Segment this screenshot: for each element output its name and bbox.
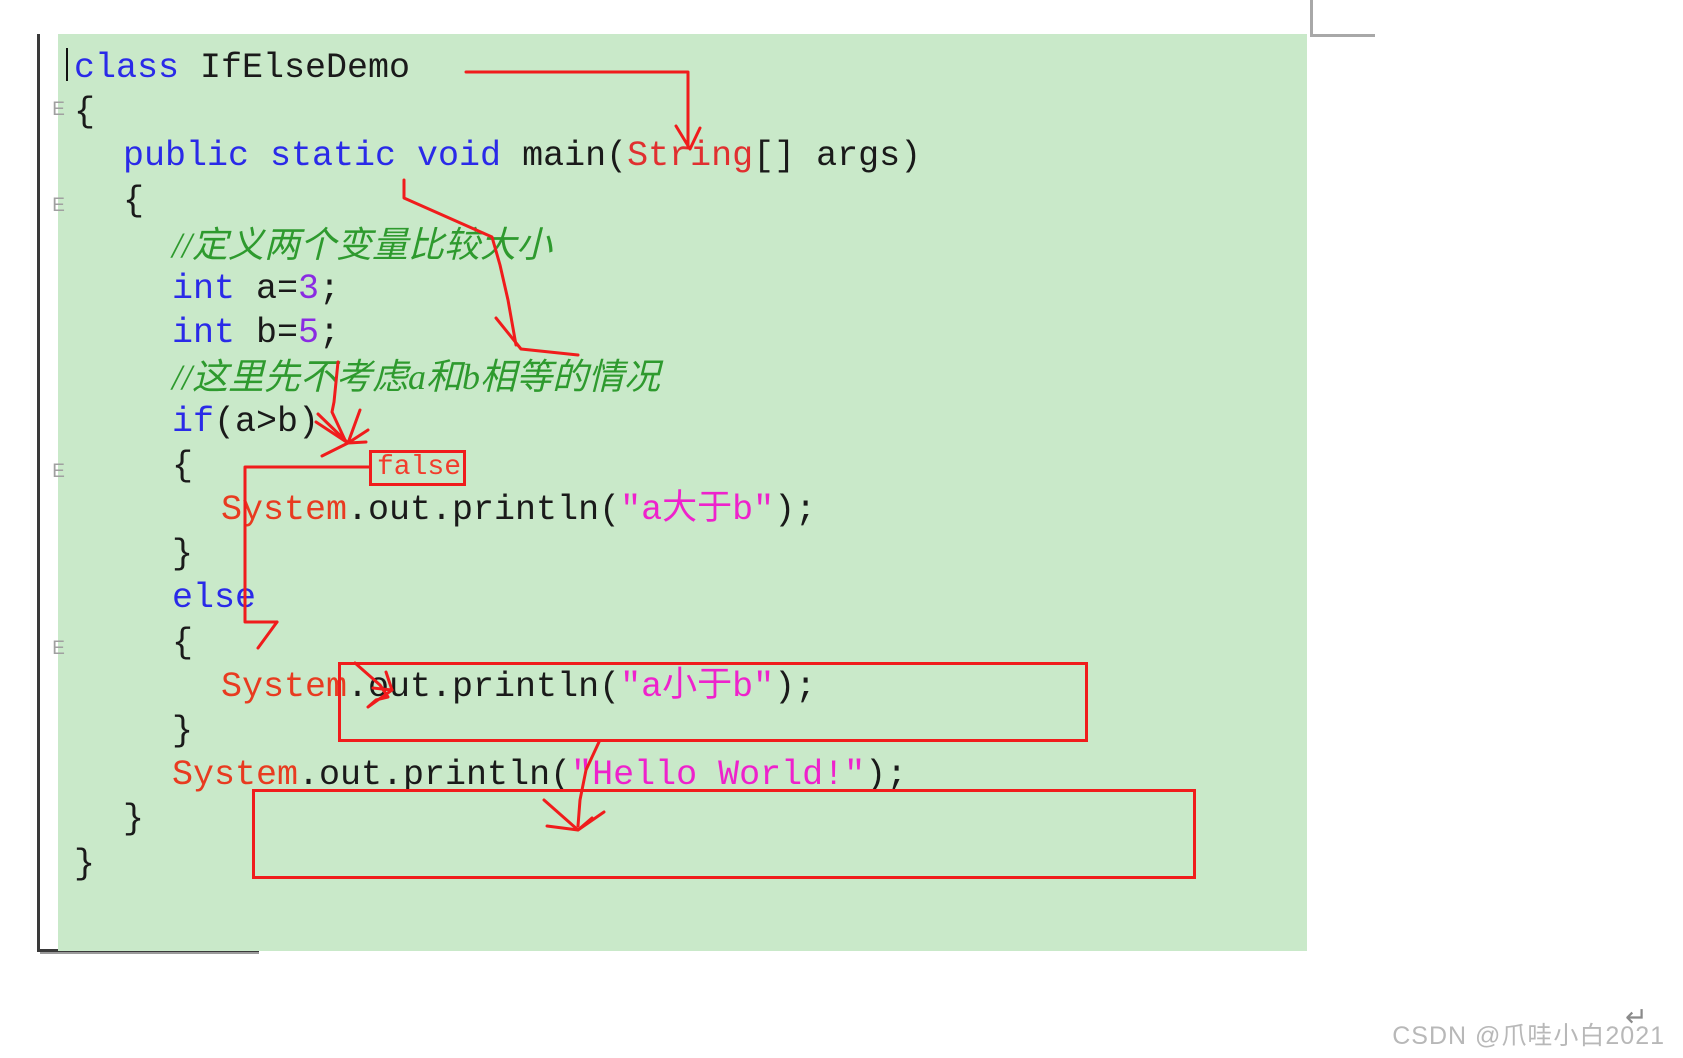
code-token-plain: } — [172, 711, 194, 751]
code-line-17[interactable]: System.out.println("Hello World!"); — [172, 758, 907, 793]
code-line-3[interactable]: public static void main(String[] args) — [123, 139, 921, 174]
code-token-type: String — [627, 136, 754, 177]
code-token-plain: } — [172, 534, 194, 575]
text-caret — [66, 48, 68, 81]
code-token-plain: IfElseDemo — [200, 48, 411, 88]
code-line-16[interactable]: } — [172, 714, 193, 749]
code-token-str: "a大于b" — [620, 490, 775, 530]
csdn-watermark: CSDN @爪哇小白2021 — [1392, 1022, 1665, 1050]
code-line-2[interactable]: { — [74, 95, 95, 130]
code-token-plain: } — [123, 799, 145, 840]
code-line-18[interactable]: } — [123, 802, 144, 837]
code-line-1[interactable]: class IfElseDemo — [74, 51, 410, 86]
code-line-7[interactable]: int b=5; — [172, 316, 340, 351]
code-token-plain: .out.println( — [347, 490, 621, 530]
else-branch-println-box — [338, 662, 1088, 742]
fold-marker-if-body-icon[interactable]: Ǝ — [50, 461, 67, 482]
code-line-9[interactable]: if(a>b) — [172, 401, 320, 442]
code-line-4[interactable]: { — [123, 180, 145, 221]
page-corner-mark — [1310, 0, 1375, 37]
code-token-plain: (a>b) — [214, 401, 320, 442]
code-line-12[interactable]: } — [172, 537, 193, 572]
code-token-plain: { — [172, 445, 194, 486]
code-token-plain: ); — [774, 490, 817, 530]
fold-marker-else-body-icon[interactable]: Ǝ — [50, 638, 67, 659]
code-editor-frame-bottom-shadow — [40, 952, 259, 954]
code-token-plain: { — [123, 180, 145, 221]
code-token-num: 3 — [298, 269, 320, 309]
code-line-13[interactable]: else — [172, 581, 256, 616]
code-token-plain: [] args) — [753, 136, 922, 177]
code-line-11[interactable]: System.out.println("a大于b"); — [221, 493, 816, 528]
code-line-8[interactable]: //这里先不考虑a和b相等的情况 — [172, 357, 661, 398]
code-token-plain: { — [74, 92, 96, 133]
code-line-14[interactable]: { — [172, 622, 194, 663]
code-token-plain: { — [172, 622, 194, 663]
code-token-sysname: System — [221, 490, 348, 530]
code-line-6[interactable]: int a=3; — [172, 272, 340, 307]
code-token-plain: main( — [522, 136, 628, 177]
code-line-10[interactable]: { — [172, 445, 194, 486]
code-token-kw: class — [74, 48, 201, 88]
code-token-kw: if — [172, 401, 215, 442]
code-token-kw: int — [172, 313, 236, 354]
fold-marker-method-body-icon[interactable]: Ǝ — [50, 195, 67, 216]
code-token-cmt: //这里先不考虑a和b相等的情况 — [172, 357, 661, 398]
code-token-cmt: //定义两个变量比较大小 — [172, 224, 553, 265]
fold-marker-class-body-icon[interactable]: Ǝ — [50, 99, 67, 120]
code-token-kw: public static void — [123, 136, 523, 177]
code-token-kw: else — [172, 578, 257, 619]
code-token-sysname: System — [221, 666, 348, 707]
code-token-kw: int — [172, 269, 236, 309]
code-token-plain: a= — [235, 269, 299, 309]
code-line-5[interactable]: //定义两个变量比较大小 — [172, 224, 553, 266]
hello-world-println-box — [252, 789, 1196, 879]
code-token-plain: } — [74, 843, 96, 884]
false-condition-label: false — [377, 452, 462, 483]
code-token-plain: ; — [319, 269, 341, 309]
code-token-plain: b= — [235, 313, 299, 354]
code-line-19[interactable]: } — [74, 843, 96, 884]
code-token-num: 5 — [298, 313, 320, 354]
code-token-plain: ; — [319, 313, 341, 354]
